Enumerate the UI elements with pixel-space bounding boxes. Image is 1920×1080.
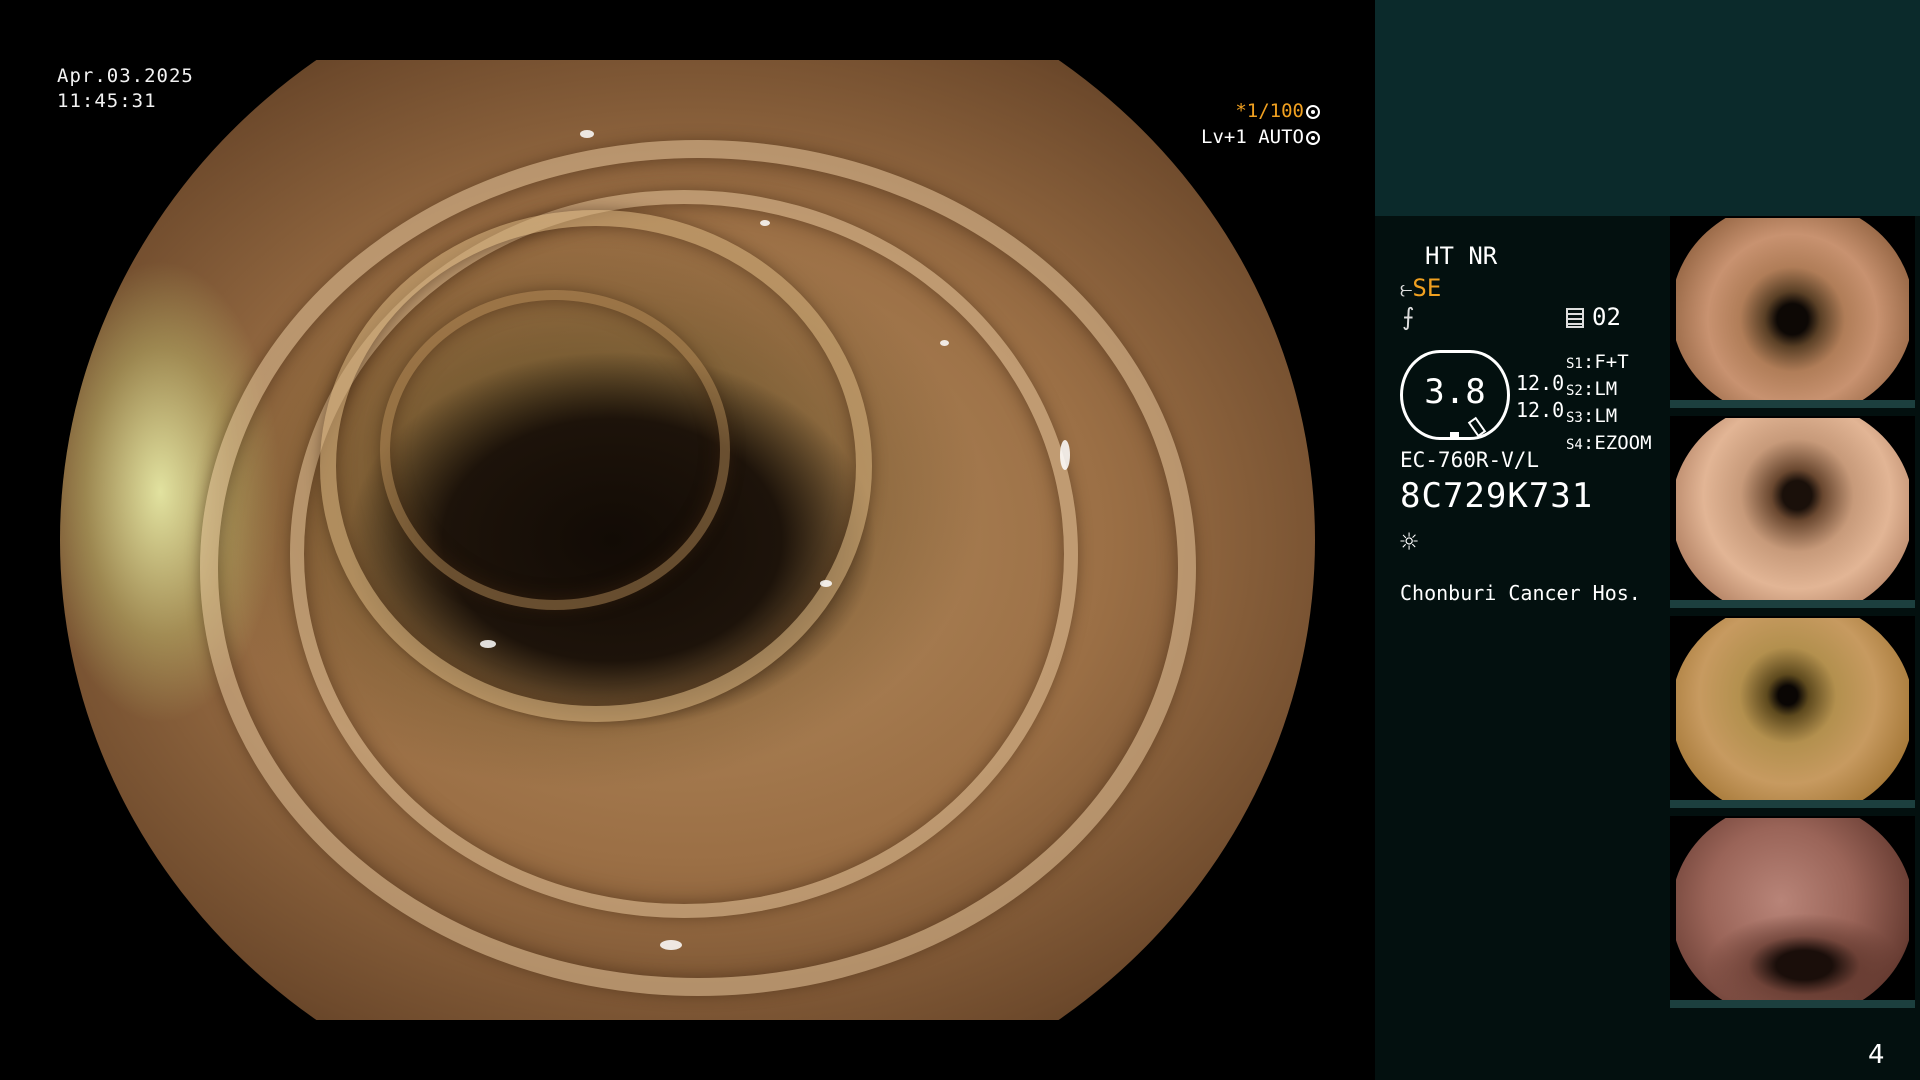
- iris-icon: [1306, 131, 1320, 145]
- sun-icon: ☼: [1400, 525, 1419, 560]
- thumbnail-caption-bar: [1670, 1000, 1915, 1008]
- switch-value: LM: [1594, 378, 1618, 400]
- switch-row: S3:LM: [1566, 405, 1618, 427]
- switch-value: F+T: [1594, 351, 1629, 373]
- light-reflection: [820, 580, 832, 587]
- exam-time: 11:45:31: [57, 90, 157, 112]
- light-reflection: [760, 220, 770, 226]
- thumbnail-image: [1676, 218, 1909, 402]
- switch-settings: S1:F+T S2:LM S3:LM S4:EZOOM: [1566, 350, 1652, 458]
- zoom-gauge-value: 3.8: [1424, 372, 1486, 412]
- mucosal-fold: [380, 290, 730, 610]
- switch-value: LM: [1594, 405, 1618, 427]
- switch-value: EZOOM: [1594, 432, 1652, 454]
- scope-serial: 8C729K731: [1400, 476, 1594, 516]
- light-reflection: [940, 340, 949, 346]
- endoscope-view: Apr.03.2025 11:45:31 *1/100 Lv+1 AUTO: [0, 0, 1375, 1080]
- light-reflection: [660, 940, 682, 950]
- thumbnail-caption-bar: [1670, 800, 1915, 808]
- shutter-row: *1/100: [1195, 98, 1320, 124]
- switch-key: S1: [1566, 356, 1583, 372]
- noise-reduction-status: HT NR: [1425, 242, 1498, 270]
- thumbnail-image: [1676, 618, 1909, 802]
- colon-lumen-image: [60, 60, 1315, 1020]
- level-mode: Lv+1 AUTO: [1201, 126, 1304, 148]
- aperture-icon: [1306, 105, 1320, 119]
- thumbnail-image: [1676, 418, 1909, 602]
- level-value-1: 12.0: [1516, 371, 1565, 395]
- thumbnail-capture-4[interactable]: [1670, 816, 1915, 1008]
- structure-enhance-icon: ⥼: [1400, 277, 1413, 302]
- thumbnail-caption-bar: [1670, 600, 1915, 608]
- light-reflection: [1060, 440, 1070, 470]
- switch-key: S3: [1566, 410, 1583, 426]
- exam-datetime: Apr.03.2025 11:45:31: [57, 64, 194, 114]
- panel-header-area: [1375, 0, 1920, 216]
- shutter-speed: *1/100: [1235, 100, 1304, 122]
- level-value-2: 12.0: [1516, 398, 1565, 422]
- freeze-icon: ⨍: [1402, 303, 1415, 331]
- level-row: Lv+1 AUTO: [1195, 124, 1320, 150]
- hospital-name: Chonburi Cancer Hos.: [1400, 581, 1641, 605]
- light-reflection: [480, 640, 496, 648]
- structure-enhance-label: SE: [1412, 274, 1442, 302]
- level-values: 12.0 12.0: [1516, 370, 1564, 424]
- switch-key: S2: [1566, 383, 1583, 399]
- exam-date: Apr.03.2025: [57, 65, 194, 87]
- endoscopy-screen: Apr.03.2025 11:45:31 *1/100 Lv+1 AUTO HT…: [0, 0, 1920, 1080]
- light-reflection: [580, 130, 594, 138]
- structure-enhance-row: ⥼SE: [1400, 274, 1441, 302]
- gauge-marker: [1450, 432, 1459, 439]
- thumbnail-image: [1676, 818, 1909, 1002]
- switch-row: S2:LM: [1566, 378, 1618, 400]
- thumbnail-capture-2[interactable]: [1670, 416, 1915, 608]
- thumbnail-capture-1[interactable]: [1670, 216, 1915, 408]
- scope-model: EC-760R-V/L: [1400, 448, 1540, 472]
- thumbnail-caption-bar: [1670, 400, 1915, 408]
- memory-channel: 02: [1566, 303, 1621, 331]
- page-number: 4: [1868, 1040, 1885, 1070]
- memory-channel-number: 02: [1592, 303, 1621, 331]
- exposure-status: *1/100 Lv+1 AUTO: [1195, 98, 1320, 150]
- thumbnail-capture-3[interactable]: [1670, 616, 1915, 808]
- switch-key: S4: [1566, 437, 1583, 453]
- switch-row: S1:F+T: [1566, 351, 1629, 373]
- switch-row: S4:EZOOM: [1566, 432, 1652, 454]
- memory-icon: [1566, 308, 1584, 328]
